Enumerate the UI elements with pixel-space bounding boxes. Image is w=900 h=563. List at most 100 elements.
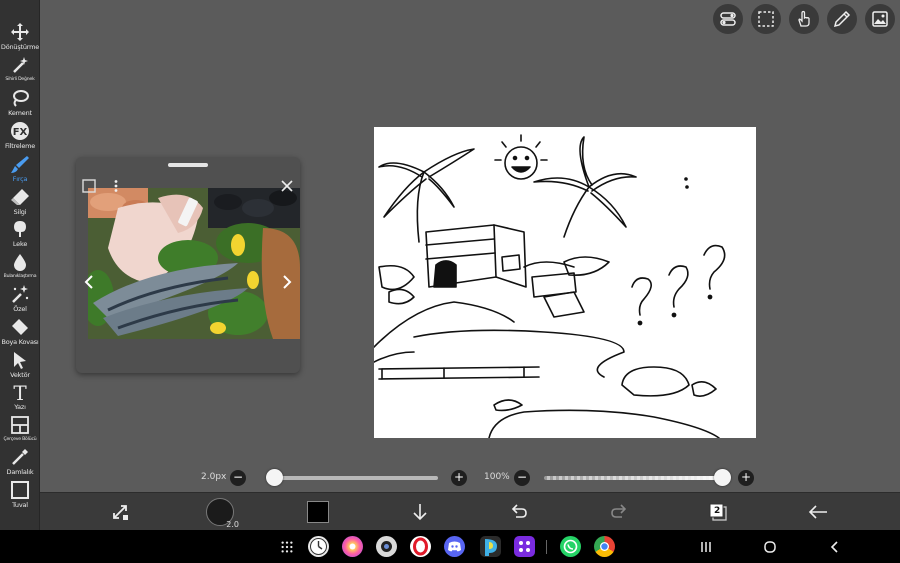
reference-image bbox=[88, 188, 300, 339]
drawing-canvas[interactable] bbox=[374, 127, 756, 438]
dock-divider bbox=[546, 540, 547, 554]
tool-custom[interactable]: Özel bbox=[0, 284, 40, 313]
smudge-icon bbox=[14, 221, 26, 237]
ruler-button[interactable] bbox=[827, 4, 857, 34]
game-app-icon bbox=[519, 541, 530, 552]
back-icon bbox=[830, 541, 838, 553]
opacity-decrease-button[interactable]: − bbox=[514, 470, 530, 486]
ref-prev-button[interactable] bbox=[78, 271, 100, 293]
tool-eraser[interactable]: Silgi bbox=[0, 187, 40, 216]
recents-icon bbox=[701, 542, 711, 552]
tool-lasso[interactable]: Kement bbox=[0, 88, 40, 117]
tool-label: Boya Kovası bbox=[1, 338, 39, 346]
brush-size-increase-button[interactable]: + bbox=[451, 470, 467, 486]
layers-button[interactable]: 2 bbox=[705, 499, 731, 525]
brush-size-slider[interactable] bbox=[268, 476, 438, 480]
clock-app[interactable] bbox=[308, 536, 329, 557]
line-art-drawing bbox=[374, 134, 726, 438]
photos-app[interactable] bbox=[342, 536, 363, 557]
brush-size-decrease-button[interactable]: − bbox=[230, 470, 246, 486]
tool-label: Yazı bbox=[14, 403, 26, 411]
blur-icon bbox=[14, 254, 26, 271]
home-button[interactable] bbox=[761, 538, 779, 556]
material-button[interactable] bbox=[865, 4, 895, 34]
whatsapp-app[interactable] bbox=[560, 536, 581, 557]
redo-button[interactable] bbox=[606, 499, 632, 525]
download-button[interactable] bbox=[407, 499, 433, 525]
checkbox-icon bbox=[82, 179, 96, 193]
magic-wand-icon bbox=[13, 57, 28, 73]
brush-size-preview[interactable]: 2.0 bbox=[206, 498, 239, 529]
opacity-value: 100% bbox=[484, 472, 510, 482]
reference-window[interactable] bbox=[76, 157, 300, 373]
svg-text:T: T bbox=[13, 382, 27, 402]
eraser-icon bbox=[11, 189, 29, 205]
tool-text[interactable]: T Yazı bbox=[0, 382, 40, 411]
color-swatch[interactable] bbox=[307, 501, 329, 523]
undo-icon bbox=[511, 504, 527, 518]
drag-handle[interactable] bbox=[168, 163, 208, 167]
chrome-app[interactable] bbox=[594, 536, 615, 557]
redo-icon bbox=[611, 504, 627, 518]
chevron-right-icon bbox=[283, 275, 292, 289]
tool-label: Özel bbox=[13, 305, 27, 313]
tool-frame-divider[interactable]: Çerçeve Bölücü bbox=[0, 415, 40, 444]
tool-smudge[interactable]: Leke bbox=[0, 219, 40, 248]
image-material-icon bbox=[872, 11, 888, 27]
tool-blur[interactable]: Bulanıklaştırma bbox=[0, 252, 40, 281]
ref-more-button[interactable] bbox=[107, 177, 125, 195]
system-back-button[interactable] bbox=[826, 538, 844, 556]
vector-cursor-icon bbox=[14, 352, 26, 369]
opera-app-icon bbox=[413, 537, 428, 556]
tool-filter[interactable]: FX Filtreleme bbox=[0, 121, 40, 150]
whatsapp-app-icon bbox=[563, 539, 578, 554]
opacity-knob[interactable] bbox=[714, 469, 731, 486]
ibis-paint-app[interactable] bbox=[480, 536, 501, 557]
quick-transform-button[interactable] bbox=[107, 499, 133, 525]
tool-transform[interactable]: Dönüştürme bbox=[0, 22, 40, 51]
opacity-slider[interactable] bbox=[544, 476, 730, 480]
tool-label: Leke bbox=[12, 240, 28, 248]
toggle-panel-button[interactable] bbox=[713, 4, 743, 34]
tool-paint-bucket[interactable]: Boya Kovası bbox=[0, 317, 40, 346]
system-navigation-bar bbox=[0, 530, 900, 563]
ref-next-button[interactable] bbox=[276, 271, 298, 293]
bottom-toolbar: 2.0 2 bbox=[40, 492, 900, 530]
recent-apps-button[interactable] bbox=[697, 538, 715, 556]
brush-size-knob[interactable] bbox=[266, 469, 284, 486]
fish-reference-image bbox=[88, 188, 300, 339]
fx-icon: FX bbox=[11, 122, 29, 140]
tool-vector[interactable]: Vektör bbox=[0, 350, 40, 379]
close-icon bbox=[281, 180, 293, 192]
undo-button[interactable] bbox=[506, 499, 532, 525]
toggle-panel-icon bbox=[720, 12, 736, 26]
app-window: Dönüştürme Sihirli Değnek Kement FX Filt… bbox=[0, 0, 900, 563]
touch-button[interactable] bbox=[789, 4, 819, 34]
slider-row: 2.0px − + 100% − + bbox=[0, 466, 900, 490]
tool-label: Dönüştürme bbox=[0, 43, 40, 51]
tool-brush[interactable]: Fırça bbox=[0, 154, 40, 183]
tool-label: Kement bbox=[8, 109, 32, 117]
tool-label: Silgi bbox=[13, 208, 27, 216]
opera-app[interactable] bbox=[410, 536, 431, 557]
brush-icon bbox=[11, 156, 29, 173]
camera-app[interactable] bbox=[376, 536, 397, 557]
ref-close-button[interactable] bbox=[278, 177, 296, 195]
paint-bucket-icon bbox=[12, 319, 28, 335]
camera-app-icon bbox=[381, 541, 392, 552]
discord-app[interactable] bbox=[444, 536, 465, 557]
tool-magic-wand[interactable]: Sihirli Değnek bbox=[0, 55, 40, 84]
eyedropper-icon bbox=[12, 449, 28, 465]
frame-divider-icon bbox=[11, 416, 29, 434]
game-app[interactable] bbox=[514, 536, 535, 557]
layer-count: 2 bbox=[714, 506, 721, 516]
app-grid-button[interactable] bbox=[278, 538, 296, 556]
chrome-app-icon bbox=[600, 542, 609, 551]
back-button[interactable] bbox=[805, 499, 831, 525]
ref-select-checkbox[interactable] bbox=[80, 177, 98, 195]
opacity-increase-button[interactable]: + bbox=[738, 470, 754, 486]
discord-app-icon bbox=[448, 541, 461, 552]
home-icon bbox=[764, 541, 776, 553]
svg-text:FX: FX bbox=[13, 127, 28, 138]
selection-button[interactable] bbox=[751, 4, 781, 34]
